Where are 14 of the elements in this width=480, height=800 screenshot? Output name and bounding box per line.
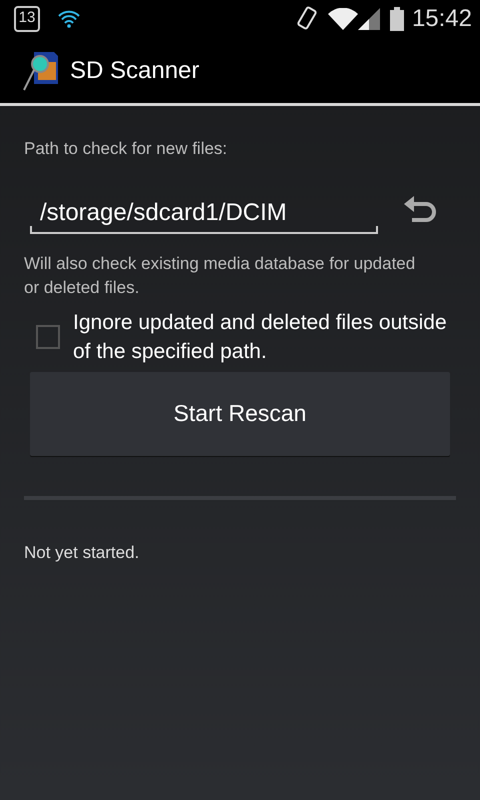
- phone-rotate-icon: [296, 6, 318, 32]
- undo-icon[interactable]: [404, 196, 438, 224]
- hint-text: Will also check existing media database for updated or deleted files.: [24, 252, 416, 298]
- calendar-icon: 13: [14, 6, 40, 32]
- wifi-icon: [58, 10, 80, 28]
- checkbox-label[interactable]: Ignore updated and deleted files outside of the specified path.: [73, 308, 453, 366]
- clock: 15:42: [412, 4, 472, 34]
- app-title: SD Scanner: [70, 56, 200, 86]
- battery-icon: [390, 7, 404, 31]
- status-text: Not yet started.: [24, 542, 140, 564]
- checkbox[interactable]: [36, 324, 60, 348]
- path-label: Path to check for new files:: [24, 138, 228, 160]
- start-rescan-button[interactable]: Start Rescan: [30, 372, 450, 456]
- cell-signal-icon: [358, 8, 380, 30]
